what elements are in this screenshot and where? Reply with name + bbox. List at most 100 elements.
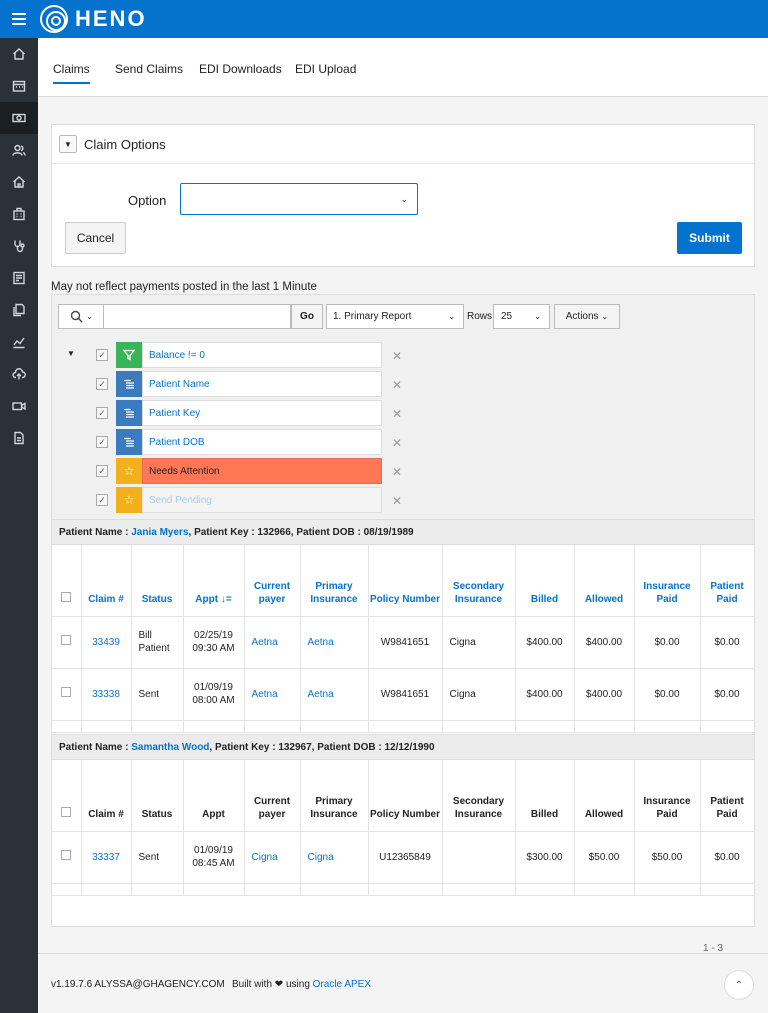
col-current-payer[interactable]: Current payer xyxy=(244,545,301,617)
primary-insurance-link[interactable]: Aetna xyxy=(308,689,334,700)
appt-cell: 01/09/19 08:00 AM xyxy=(183,668,245,721)
tab-edi-upload[interactable]: EDI Upload xyxy=(295,62,356,76)
remove-filter-icon[interactable]: ✕ xyxy=(392,407,402,421)
tab-claims[interactable]: Claims xyxy=(53,62,90,84)
control-break-label[interactable]: Patient DOB xyxy=(142,429,382,455)
control-break-checkbox[interactable]: ✓ xyxy=(96,378,108,390)
row-checkbox[interactable] xyxy=(61,635,72,645)
remove-filter-icon[interactable]: ✕ xyxy=(392,465,402,479)
submit-button[interactable]: Submit xyxy=(677,222,742,254)
col-appt[interactable]: Appt ↓= xyxy=(183,545,245,617)
nav-home[interactable] xyxy=(0,38,38,70)
claim-number-link[interactable]: 33439 xyxy=(92,637,120,648)
nav-facilities[interactable] xyxy=(0,166,38,198)
col-secondary-insurance[interactable]: Secondary Insurance xyxy=(442,760,516,832)
nav-billing[interactable] xyxy=(0,102,38,134)
highlight-label[interactable]: Send Pending xyxy=(142,487,382,513)
highlight-row: ✓ ☆ Needs Attention ✕ xyxy=(96,458,402,484)
control-break-label[interactable]: Patient Name xyxy=(142,371,382,397)
oracle-apex-link[interactable]: Oracle APEX xyxy=(313,979,371,990)
remove-filter-icon[interactable]: ✕ xyxy=(392,494,402,508)
tab-send-claims[interactable]: Send Claims xyxy=(115,62,183,76)
brand-logo[interactable]: HENO xyxy=(40,5,147,33)
col-allowed[interactable]: Allowed xyxy=(574,760,635,832)
cancel-button[interactable]: Cancel xyxy=(65,222,126,254)
control-break-label[interactable]: Patient Key xyxy=(142,400,382,426)
col-current-payer[interactable]: Current payer xyxy=(244,760,301,832)
control-break-checkbox[interactable]: ✓ xyxy=(96,407,108,419)
patient-name-link[interactable]: Jania Myers xyxy=(131,527,188,538)
group-icon xyxy=(116,371,142,397)
highlight-checkbox[interactable]: ✓ xyxy=(96,494,108,506)
nav-reports[interactable] xyxy=(0,262,38,294)
primary-insurance-link[interactable]: Aetna xyxy=(308,637,334,648)
search-input[interactable] xyxy=(103,304,291,329)
claim-options-region: ▼ Claim Options Option ⌄ Cancel Submit xyxy=(51,124,755,267)
row-checkbox[interactable] xyxy=(61,850,72,860)
col-billed[interactable]: Billed xyxy=(515,545,575,617)
select-all-checkbox[interactable] xyxy=(61,806,72,817)
col-status[interactable]: Status xyxy=(131,545,184,617)
col-insurance-paid[interactable]: Insurance Paid xyxy=(634,545,701,617)
go-button[interactable]: Go xyxy=(291,304,323,329)
nav-documents[interactable] xyxy=(0,294,38,326)
row-checkbox[interactable] xyxy=(61,687,72,697)
collapse-toggle-button[interactable]: ▼ xyxy=(59,135,77,153)
nav-patients[interactable] xyxy=(0,134,38,166)
remove-filter-icon[interactable]: ✕ xyxy=(392,349,402,363)
filter-enable-checkbox[interactable]: ✓ xyxy=(96,349,108,361)
col-primary-insurance[interactable]: Primary Insurance xyxy=(300,760,369,832)
nav-telehealth[interactable] xyxy=(0,390,38,422)
actions-label: Actions xyxy=(565,311,599,322)
users-icon xyxy=(12,144,26,156)
rows-label: Rows xyxy=(467,311,493,322)
patient-name-link[interactable]: Samantha Wood xyxy=(131,742,209,753)
col-claim-number[interactable]: Claim # xyxy=(81,545,132,617)
nav-providers[interactable] xyxy=(0,230,38,262)
col-secondary-insurance[interactable]: Secondary Insurance xyxy=(442,545,516,617)
actions-menu-button[interactable]: Actions ⌄ xyxy=(554,304,620,329)
col-insurance-paid[interactable]: Insurance Paid xyxy=(634,760,701,832)
nav-files[interactable] xyxy=(0,422,38,454)
payer-cell: Aetna xyxy=(244,616,301,669)
col-patient-paid[interactable]: Patient Paid xyxy=(700,760,755,832)
claim-number-link[interactable]: 33337 xyxy=(92,852,120,863)
payer-link[interactable]: Aetna xyxy=(252,689,278,700)
tab-edi-downloads[interactable]: EDI Downloads xyxy=(199,62,282,76)
nav-uploads[interactable] xyxy=(0,358,38,390)
house-icon xyxy=(13,176,25,188)
col-allowed[interactable]: Allowed xyxy=(574,545,635,617)
col-status[interactable]: Status xyxy=(131,760,184,832)
nav-analytics[interactable] xyxy=(0,326,38,358)
hamburger-menu-button[interactable] xyxy=(0,0,38,38)
building-icon xyxy=(13,207,25,221)
nav-organizations[interactable] xyxy=(0,198,38,230)
nav-calendar[interactable] xyxy=(0,70,38,102)
highlight-checkbox[interactable]: ✓ xyxy=(96,465,108,477)
col-billed[interactable]: Billed xyxy=(515,760,575,832)
saved-report-select[interactable]: 1. Primary Report ⌄ xyxy=(326,304,464,329)
row-select-cell xyxy=(52,616,82,669)
control-break-checkbox[interactable]: ✓ xyxy=(96,436,108,448)
col-claim-number[interactable]: Claim # xyxy=(81,760,132,832)
payer-link[interactable]: Cigna xyxy=(252,852,278,863)
col-policy-number[interactable]: Policy Number xyxy=(368,545,443,617)
highlight-label[interactable]: Needs Attention xyxy=(142,458,382,484)
col-appt[interactable]: Appt xyxy=(183,760,245,832)
payer-link[interactable]: Aetna xyxy=(252,637,278,648)
filter-label[interactable]: Balance != 0 xyxy=(142,342,382,368)
remove-filter-icon[interactable]: ✕ xyxy=(392,436,402,450)
col-patient-paid[interactable]: Patient Paid xyxy=(700,545,755,617)
col-policy-number[interactable]: Policy Number xyxy=(368,760,443,832)
search-column-menu[interactable]: ⌄ xyxy=(58,304,104,329)
claim-number-link[interactable]: 33338 xyxy=(92,689,120,700)
primary-insurance-cell: Cigna xyxy=(300,831,369,884)
rows-per-page-select[interactable]: 25 ⌄ xyxy=(493,304,550,329)
primary-insurance-link[interactable]: Cigna xyxy=(308,852,334,863)
scroll-to-top-button[interactable]: ⌃ xyxy=(724,970,754,1000)
settings-collapse-toggle[interactable]: ▼ xyxy=(67,349,75,358)
col-primary-insurance[interactable]: Primary Insurance xyxy=(300,545,369,617)
option-select[interactable]: ⌄ xyxy=(180,183,418,215)
select-all-checkbox[interactable] xyxy=(61,591,72,602)
remove-filter-icon[interactable]: ✕ xyxy=(392,378,402,392)
